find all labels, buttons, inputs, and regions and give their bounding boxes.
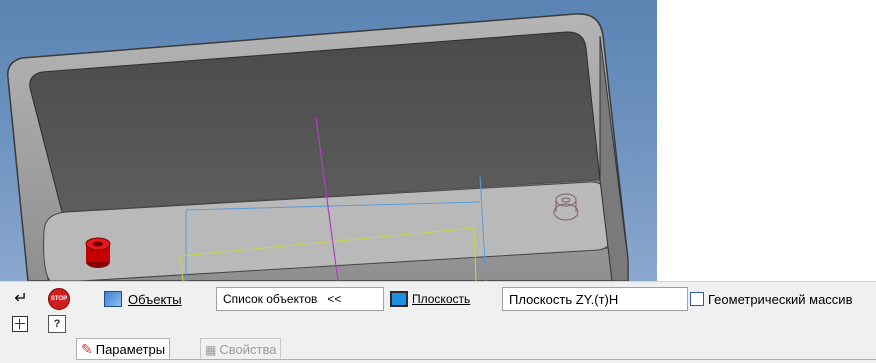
properties-icon: ▦	[205, 342, 217, 357]
geometric-array-checkbox[interactable]: Геометрический массив	[690, 287, 852, 311]
object-list-button[interactable]: Список объектов <<	[216, 287, 384, 311]
objects-label: Объекты	[128, 291, 182, 307]
checkbox-icon	[690, 292, 704, 306]
enter-icon[interactable]: ↵	[10, 290, 32, 308]
plane-label: Плоскость	[412, 292, 471, 306]
collapse-label: <<	[327, 292, 342, 306]
plane-value-field[interactable]: Плоскость ZY.(т)Н	[502, 287, 688, 311]
tab-strip-line	[76, 359, 876, 360]
object-list-label: Список объектов	[223, 292, 318, 306]
plane-icon	[390, 291, 408, 307]
help-icon[interactable]: ?	[48, 315, 66, 333]
objects-cube-icon	[104, 291, 122, 307]
tab-parameters[interactable]: ✎ Параметры	[76, 338, 171, 360]
stop-icon[interactable]: STOP	[48, 288, 70, 310]
3d-model-view	[7, 13, 629, 281]
plane-value: Плоскость ZY.(т)Н	[509, 291, 619, 307]
properties-panel: ↵ STOP ? Объекты Список объектов << Плос…	[0, 281, 876, 363]
tab-properties-label: Свойства	[219, 342, 277, 357]
plane-button[interactable]: Плоскость	[390, 287, 470, 311]
model-viewport[interactable]	[0, 0, 657, 281]
geometric-array-label: Геометрический массив	[708, 291, 853, 307]
objects-button[interactable]: Объекты	[104, 287, 182, 311]
tab-parameters-label: Параметры	[95, 342, 166, 357]
tab-properties[interactable]: ▦ Свойства	[200, 338, 282, 360]
parameters-icon: ✎	[81, 341, 93, 357]
grid-snap-icon[interactable]	[12, 316, 28, 332]
